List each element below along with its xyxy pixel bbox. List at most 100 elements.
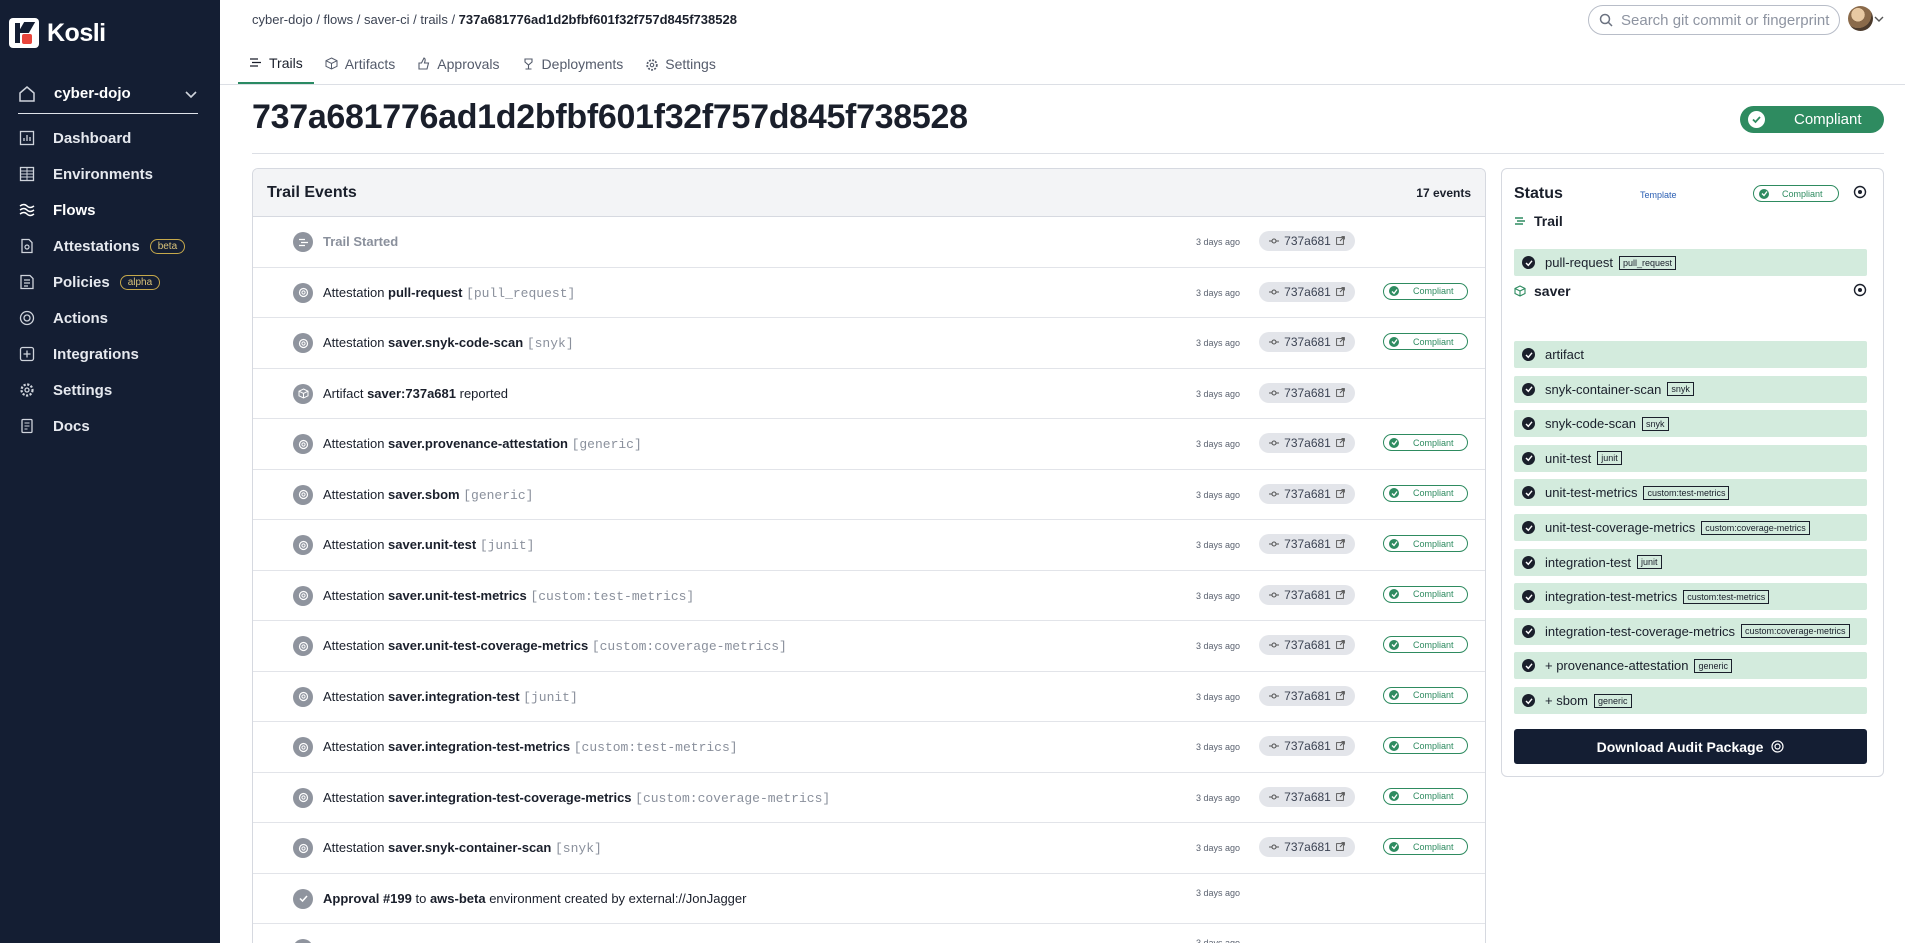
commit-link[interactable]: 737a681 (1259, 837, 1355, 857)
status-row-tag: snyk (1642, 416, 1669, 431)
settings-icon[interactable] (1848, 590, 1861, 603)
status-row[interactable]: pull-request pull_request (1514, 249, 1867, 276)
commit-link[interactable]: 737a681 (1259, 685, 1355, 706)
sidebar-item-actions[interactable]: Actions (0, 300, 220, 336)
status-row[interactable]: artifact (1514, 341, 1867, 368)
breadcrumb-sep: / (312, 12, 324, 27)
tab-settings[interactable]: Settings (634, 44, 727, 84)
settings-icon[interactable] (1848, 256, 1861, 269)
status-row[interactable]: integration-test junit (1514, 548, 1867, 576)
chevron-right-icon[interactable] (271, 540, 281, 550)
settings-icon[interactable] (1848, 521, 1861, 534)
status-row[interactable]: unit-test-metrics custom:test-metrics (1514, 479, 1867, 507)
event-row[interactable]: Attestation saver.unit-test-coverage-met… (253, 621, 1485, 672)
commit-link[interactable]: 737a681 (1259, 231, 1355, 251)
commit-link[interactable]: 737a681 (1259, 332, 1355, 352)
settings-icon[interactable] (1848, 452, 1861, 465)
event-row[interactable]: Trail Started 3 days ago 737a681 (253, 217, 1485, 268)
settings-icon[interactable] (1848, 486, 1861, 499)
breadcrumb-trails[interactable]: trails (420, 12, 447, 27)
check-icon (1389, 740, 1399, 751)
commit-link[interactable]: 737a681 (1259, 786, 1355, 807)
settings-icon[interactable] (1848, 417, 1861, 430)
settings-icon[interactable] (1848, 659, 1861, 672)
breadcrumb-flow[interactable]: saver-ci (364, 12, 410, 27)
event-row[interactable]: Attestation saver.integration-test-metri… (253, 722, 1485, 773)
settings-icon[interactable] (1848, 556, 1861, 569)
status-row[interactable]: unit-test junit (1514, 444, 1867, 472)
commit-link[interactable]: 737a681 (1259, 736, 1355, 756)
status-row[interactable]: integration-test-coverage-metrics custom:… (1514, 617, 1867, 645)
settings-icon[interactable] (1848, 694, 1861, 707)
chevron-right-icon[interactable] (271, 338, 281, 348)
commit-link[interactable]: 737a681 (1259, 433, 1355, 453)
chevron-right-icon[interactable] (271, 843, 281, 853)
commit-link[interactable]: 737a681 (1259, 584, 1355, 605)
chevron-right-icon[interactable] (271, 237, 281, 247)
gear-icon (645, 57, 659, 71)
tab-trails[interactable]: Trails (238, 44, 314, 84)
commit-link[interactable]: 737a681 (1259, 281, 1355, 302)
sidebar-item-dashboard[interactable]: Dashboard (0, 120, 220, 156)
avatar[interactable] (1848, 6, 1873, 31)
status-row[interactable]: + sbom generic (1514, 687, 1867, 714)
sidebar-item-flows[interactable]: Flows (0, 192, 220, 228)
chevron-right-icon[interactable] (271, 591, 281, 601)
event-row[interactable]: Attestation saver.integration-test-cover… (253, 773, 1485, 823)
status-row[interactable]: snyk-container-scan snyk (1514, 375, 1867, 403)
event-row[interactable]: Attestation saver.snyk-code-scan [snyk] 3… (253, 318, 1485, 369)
chevron-right-icon[interactable] (271, 288, 281, 298)
template-link[interactable]: Template (1640, 190, 1677, 200)
event-env[interactable]: aws-beta (430, 891, 486, 906)
org-switcher[interactable]: cyber-dojo (18, 76, 198, 114)
event-row[interactable]: Attestation pull-request [pull_request] 3… (253, 268, 1485, 318)
chevron-right-icon[interactable] (271, 439, 281, 449)
settings-icon[interactable] (1848, 348, 1861, 361)
sidebar-item-policies[interactable]: Policies alpha (0, 264, 220, 300)
sidebar-item-settings[interactable]: Settings (0, 372, 220, 408)
chevron-right-icon[interactable] (271, 692, 281, 702)
chevron-right-icon[interactable] (271, 793, 281, 803)
search-box[interactable] (1588, 5, 1840, 35)
event-row[interactable]: Approval #199 to aws-beta environment cr… (253, 874, 1485, 924)
breadcrumb-flows[interactable]: flows (324, 12, 354, 27)
sidebar-item-integrations[interactable]: Integrations (0, 336, 220, 372)
commit-link[interactable]: 737a681 (1259, 483, 1355, 504)
event-row[interactable]: Artifact saver:737a681 reported 3 days ag… (253, 369, 1485, 419)
chevron-down-icon[interactable] (1874, 14, 1884, 24)
commit-link[interactable]: 737a681 (1259, 382, 1355, 403)
status-row[interactable]: unit-test-coverage-metrics custom:coverag… (1514, 514, 1867, 541)
sidebar-item-attestations[interactable]: Attestations beta (0, 228, 220, 264)
event-row[interactable]: Attestation saver.unit-test-metrics [cus… (253, 571, 1485, 621)
attestations-icon (18, 237, 36, 255)
status-row[interactable]: + provenance-attestation generic (1514, 652, 1867, 680)
settings-icon[interactable] (1848, 383, 1861, 396)
commit-link[interactable]: 737a681 (1259, 635, 1355, 655)
event-row[interactable]: 3 days ago (253, 924, 1485, 943)
chevron-right-icon[interactable] (271, 490, 281, 500)
event-row[interactable]: Attestation saver.provenance-attestation… (253, 419, 1485, 470)
breadcrumb-org[interactable]: cyber-dojo (252, 12, 313, 27)
status-row[interactable]: integration-test-metrics custom:test-metr… (1514, 583, 1867, 611)
chevron-right-icon[interactable] (271, 742, 281, 752)
event-row[interactable]: Attestation saver.snyk-container-scan [s… (253, 823, 1485, 874)
settings-icon[interactable] (1853, 185, 1867, 199)
tab-artifacts[interactable]: Artifacts (314, 44, 407, 84)
tab-approvals[interactable]: Approvals (406, 44, 510, 84)
search-input[interactable] (1621, 11, 1831, 29)
tab-deployments[interactable]: Deployments (511, 44, 635, 84)
settings-icon[interactable] (1848, 625, 1861, 638)
sidebar-item-docs[interactable]: Docs (0, 408, 220, 444)
status-row[interactable]: snyk-code-scan snyk (1514, 410, 1867, 438)
sidebar-item-environments[interactable]: Environments (0, 156, 220, 192)
compliance-badge: Compliant (1383, 737, 1468, 754)
chevron-right-icon[interactable] (271, 641, 281, 651)
commit-link[interactable]: 737a681 (1259, 534, 1355, 554)
event-row[interactable]: Attestation saver.integration-test [juni… (253, 672, 1485, 722)
chevron-right-icon[interactable] (271, 389, 281, 399)
kosli-logo[interactable]: Kosli (9, 18, 106, 48)
download-audit-package-button[interactable]: Download Audit Package (1514, 729, 1867, 764)
settings-icon[interactable] (1853, 283, 1867, 297)
event-row[interactable]: Attestation saver.unit-test [junit] 3 day… (253, 520, 1485, 571)
event-row[interactable]: Attestation saver.sbom [generic] 3 days a… (253, 470, 1485, 520)
